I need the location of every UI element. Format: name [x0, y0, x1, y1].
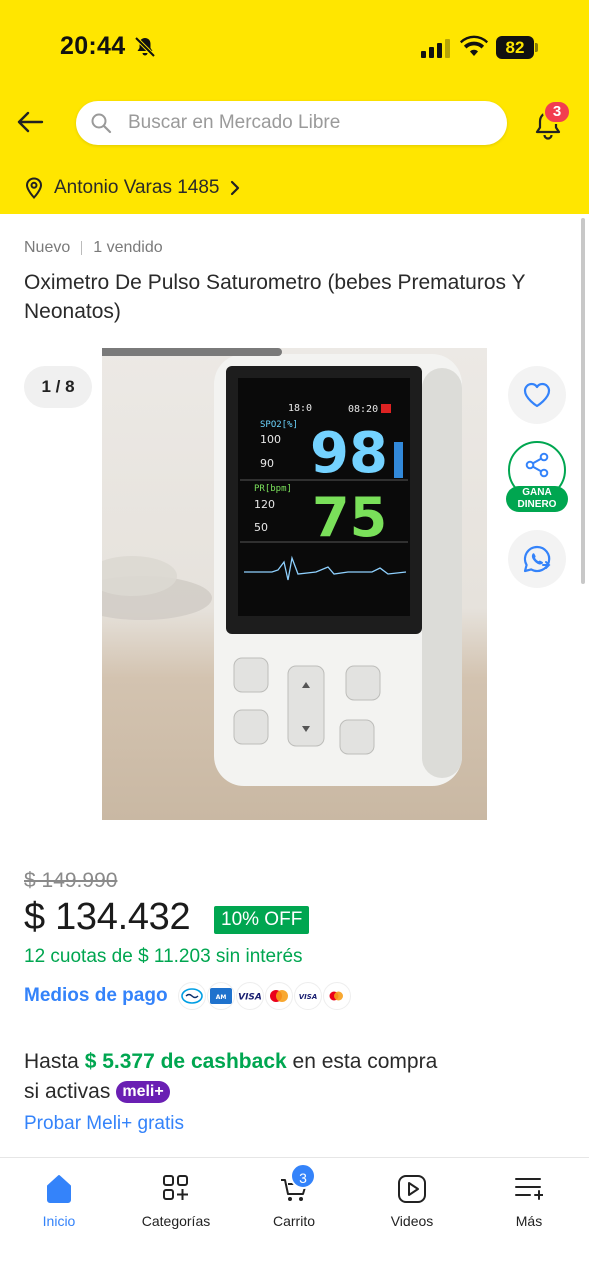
more-menu-icon: [515, 1178, 543, 1200]
image-counter: 1 / 8: [24, 366, 92, 408]
product-title: Oximetro De Pulso Saturometro (bebes Pre…: [24, 271, 526, 323]
visa-icon: VISA: [235, 982, 264, 1010]
condition-label: Nuevo: [24, 239, 71, 256]
battery-cap: [535, 43, 538, 52]
device-pr-value: 75: [312, 486, 387, 549]
app-header: 20:44 82 Buscar en Mercado Libre 3 Anton…: [0, 0, 589, 214]
search-icon: [91, 113, 112, 134]
card-icons: AM VISA VISA: [177, 982, 352, 1010]
product-image-gallery[interactable]: 18:0 08:20 SPO2[%] 100 90 98 PR[bpm] 120…: [102, 348, 487, 820]
address-text: Antonio Varas 1485: [54, 177, 220, 198]
nav-item-mas[interactable]: Más: [474, 1158, 584, 1248]
discount-badge: 10% OFF: [214, 906, 310, 934]
categories-icon: [163, 1175, 188, 1200]
device-spo2-label: SPO2[%]: [260, 420, 298, 430]
nav-label-carrito: Carrito: [272, 1213, 315, 1229]
nav-label-mas: Más: [515, 1213, 543, 1229]
nav-label-videos: Videos: [390, 1213, 434, 1229]
bell-off-icon: [134, 36, 156, 58]
device-pr-hi: 120: [254, 498, 275, 511]
device-spo2-hi: 100: [260, 433, 281, 446]
cashback-suffix: en esta compra: [292, 1050, 438, 1073]
nav-label-categorias: Categorías: [141, 1213, 211, 1229]
whatsapp-icon: [523, 545, 551, 573]
cashback-text: Hasta $ 5.377 de cashback en esta compra: [24, 1050, 437, 1074]
heart-icon: [523, 382, 551, 408]
svg-text:AM: AM: [215, 994, 226, 1001]
visa-debit-icon: VISA: [293, 982, 322, 1010]
device-time2: 08:20: [348, 404, 378, 415]
status-time: 20:44: [60, 32, 126, 60]
scrollbar[interactable]: [581, 218, 585, 584]
nav-item-videos[interactable]: Videos: [357, 1158, 467, 1248]
device-spo2-value: 98: [310, 421, 388, 486]
mastercard-icon: [264, 982, 293, 1010]
delivery-address[interactable]: Antonio Varas 1485: [24, 175, 242, 201]
cashback-prefix: Hasta: [24, 1050, 79, 1073]
cashback-amount: $ 5.377 de cashback: [84, 1050, 287, 1073]
status-bar: 20:44 82: [0, 0, 589, 96]
meta-divider: [81, 241, 83, 255]
original-price: $ 149.990: [24, 869, 118, 892]
svg-text:VISA: VISA: [238, 993, 262, 1002]
search-placeholder: Buscar en Mercado Libre: [128, 112, 341, 133]
current-price: $ 134.432: [24, 896, 191, 938]
cashback-line2-text: si activas: [24, 1080, 111, 1103]
whatsapp-share-button[interactable]: [508, 530, 566, 588]
amex-icon: AM: [206, 982, 235, 1010]
mercadopago-icon: [177, 982, 206, 1010]
arrow-left-icon: [17, 111, 44, 133]
meli-trial-link[interactable]: Probar Meli+ gratis: [24, 1113, 184, 1135]
product-meta: Nuevo 1 vendido: [24, 239, 163, 257]
video-play-icon: [398, 1175, 426, 1203]
chevron-right-icon: [230, 180, 239, 196]
installments-text: 12 cuotas de $ 11.203 sin interés: [24, 946, 303, 967]
battery-indicator: 82: [496, 36, 538, 59]
gallery-progress-bar: [102, 348, 282, 356]
sold-count: 1 vendido: [93, 239, 163, 256]
nav-label-inicio: Inicio: [42, 1213, 76, 1229]
mastercard-debit-icon: [322, 982, 351, 1010]
nav-item-categorias[interactable]: Categorías: [121, 1158, 231, 1248]
wifi-icon: [460, 35, 488, 56]
cashback-condition: si activas meli+: [24, 1080, 170, 1104]
device-spo2-lo: 90: [260, 457, 274, 470]
battery-level: 82: [496, 36, 534, 59]
svg-text:VISA: VISA: [298, 993, 316, 1001]
payment-methods-link[interactable]: Medios de pago: [24, 985, 168, 1007]
back-button[interactable]: [12, 104, 48, 140]
nav-item-inicio[interactable]: Inicio: [4, 1158, 114, 1248]
cart-count-badge: 3: [290, 1163, 316, 1189]
home-icon: [47, 1175, 71, 1203]
meli-plus-badge: meli+: [116, 1081, 170, 1103]
product-image: 18:0 08:20 SPO2[%] 100 90 98 PR[bpm] 120…: [102, 354, 462, 786]
notification-count-badge: 3: [543, 100, 571, 124]
payment-methods-row: Medios de pago AM VISA VISA: [24, 980, 352, 1012]
device-time1: 18:0: [288, 403, 312, 414]
favorite-button[interactable]: [508, 366, 566, 424]
search-input[interactable]: Buscar en Mercado Libre: [76, 101, 507, 145]
device-pr-lo: 50: [254, 521, 268, 534]
location-pin-icon: [25, 177, 43, 199]
share-earn-label: GANA DINERO: [506, 486, 568, 512]
device-pr-label: PR[bpm]: [254, 484, 292, 494]
share-icon: [525, 452, 549, 478]
signal-icon: [421, 39, 450, 58]
